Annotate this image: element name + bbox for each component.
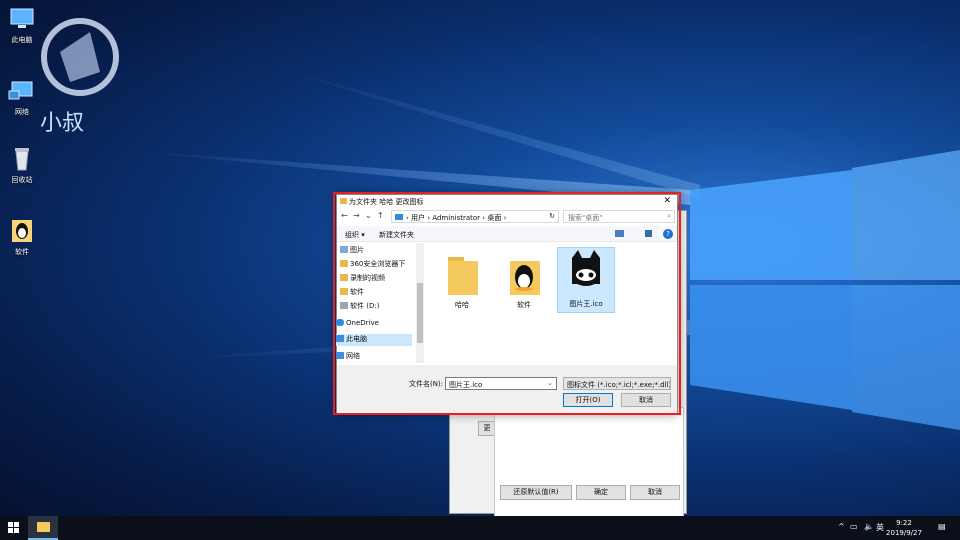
tree-item-recorded-videos[interactable]: 录制的视频 [340, 273, 416, 285]
file-item-software[interactable]: 软件 [495, 249, 553, 315]
recent-dropdown-button[interactable]: ⌄ [365, 211, 372, 220]
close-icon[interactable]: ✕ [663, 196, 671, 206]
back-button[interactable]: ← [341, 211, 348, 220]
desktop-icon-label: 此电脑 [11, 36, 33, 44]
folder-icon [340, 260, 348, 267]
folder-icon [442, 249, 482, 297]
search-placeholder: 搜索"桌面" [568, 214, 603, 222]
dialog-footer: 文件名(N): 图片王.ico ⌄ 图标文件 (*.ico;*.icl;*.ex… [337, 365, 677, 415]
file-item-haha[interactable]: 哈哈 [433, 249, 491, 315]
pictures-icon [340, 246, 348, 253]
breadcrumb-users[interactable]: 用户 [411, 214, 425, 222]
scrollbar-thumb[interactable] [417, 283, 423, 343]
breadcrumb-desktop[interactable]: 桌面 [487, 214, 501, 222]
file-item-icon-selected[interactable]: 图片王.ico [557, 247, 615, 313]
qq-folder-icon [504, 249, 544, 297]
tree-item-drive-d[interactable]: 软件 (D:) [340, 301, 416, 313]
clock-time: 9:22 [896, 519, 912, 527]
qq-penguin-icon [8, 218, 36, 244]
monitor-icon[interactable]: ▭ [850, 522, 858, 531]
recycle-bin-icon [8, 146, 36, 172]
forward-button[interactable]: → [353, 211, 360, 220]
network-icon [8, 78, 36, 104]
folder-icon [340, 288, 348, 295]
change-icon-dialog: 为文件夹 哈哈 更改图标 ✕ ← → ⌄ ↑ › 用户 › Administra… [336, 194, 678, 415]
github-cat-icon [566, 248, 606, 296]
restore-defaults-button[interactable]: 还原默认值(R) [500, 485, 572, 500]
file-label: 图片王.ico [569, 300, 603, 308]
this-pc-icon [8, 6, 36, 32]
file-explorer-icon [37, 522, 50, 532]
tree-item-network[interactable]: 网络 [336, 351, 412, 363]
onedrive-icon [336, 319, 344, 326]
svg-text:小叔: 小叔 [40, 111, 84, 136]
folder-icon [340, 198, 347, 204]
organize-button[interactable]: 组织 ▾ [345, 230, 365, 240]
file-label: 哈哈 [455, 301, 469, 309]
search-icon: ⌕ [667, 212, 671, 220]
start-button[interactable] [8, 522, 20, 534]
preview-pane-icon[interactable] [645, 230, 652, 237]
dialog-titlebar[interactable]: 为文件夹 哈哈 更改图标 ✕ [337, 195, 677, 209]
search-box[interactable]: 搜索"桌面" ⌕ [563, 210, 675, 223]
chevron-up-icon[interactable]: ^ [838, 522, 845, 531]
icon-list-area [494, 407, 684, 521]
dialog-title: 为文件夹 哈哈 更改图标 [349, 198, 424, 206]
taskbar-file-explorer[interactable] [28, 516, 58, 540]
breadcrumb: › 用户 › Administrator › 桌面 › [406, 214, 507, 222]
taskbar: ^ ▭ 🔈 英 9:22 2019/9/27 ▤ [0, 516, 960, 540]
cancel-button[interactable]: 取消 [630, 485, 680, 500]
filename-input[interactable]: 图片王.ico ⌄ [445, 377, 557, 390]
help-icon[interactable]: ? [663, 229, 673, 239]
clock-date: 2019/9/27 [886, 529, 922, 537]
new-folder-button[interactable]: 新建文件夹 [379, 230, 414, 240]
tree-item-360-downloads[interactable]: 360安全浏览器下 [340, 259, 416, 271]
open-button[interactable]: 打开(O) [563, 393, 613, 407]
desktop-icon-recycle-bin[interactable]: 回收站 [0, 146, 44, 185]
desktop-icon-label: 回收站 [11, 176, 33, 184]
file-list: 哈哈 软件 图片王.ico [427, 245, 677, 365]
taskbar-clock[interactable]: 9:22 2019/9/27 [884, 518, 924, 538]
tree-item-pictures[interactable]: 图片 [340, 245, 416, 257]
cancel-button[interactable]: 取消 [621, 393, 671, 407]
desktop-icon-label: 软件 [15, 248, 29, 256]
ok-button[interactable]: 确定 [576, 485, 626, 500]
desktop-icon-this-pc[interactable]: 此电脑 [0, 6, 44, 45]
tree-item-onedrive[interactable]: OneDrive [336, 319, 412, 331]
notification-icon[interactable]: ▤ [938, 522, 946, 531]
refresh-icon[interactable]: ↻ [549, 212, 555, 220]
drive-icon [340, 302, 348, 309]
navigation-tree: 图片 360安全浏览器下 录制的视频 软件 软件 (D:) OneDrive 此… [336, 243, 424, 365]
breadcrumb-administrator[interactable]: Administrator [432, 214, 480, 222]
desktop-icon-label: 网络 [15, 108, 29, 116]
view-options-icon[interactable] [615, 230, 624, 237]
chevron-down-icon[interactable]: ⌄ [547, 379, 553, 387]
this-pc-icon [395, 214, 403, 220]
network-icon [336, 352, 344, 359]
desktop-icon-software[interactable]: 软件 [0, 218, 44, 257]
ime-indicator[interactable]: 英 [876, 522, 884, 533]
volume-icon[interactable]: 🔈 [864, 522, 874, 531]
dialog-toolbar: 组织 ▾ 新建文件夹 ? [337, 226, 677, 242]
filename-label: 文件名(N): [409, 380, 444, 388]
file-type-select[interactable]: 图标文件 (*.ico;*.icl;*.exe;*.dll) [563, 377, 671, 390]
this-pc-icon [336, 335, 344, 342]
navigation-bar: ← → ⌄ ↑ › 用户 › Administrator › 桌面 › ↻ 搜索… [337, 209, 677, 225]
watermark-logo: 小叔 [30, 12, 130, 138]
tree-scrollbar[interactable] [416, 243, 424, 363]
folder-icon [340, 274, 348, 281]
address-bar[interactable]: › 用户 › Administrator › 桌面 › ↻ [391, 210, 559, 223]
desktop-icon-network[interactable]: 网络 [0, 78, 44, 117]
tree-item-software[interactable]: 软件 [340, 287, 416, 299]
up-button[interactable]: ↑ [377, 211, 384, 220]
tree-item-this-pc[interactable]: 此电脑 [336, 334, 412, 346]
file-label: 软件 [517, 301, 531, 309]
